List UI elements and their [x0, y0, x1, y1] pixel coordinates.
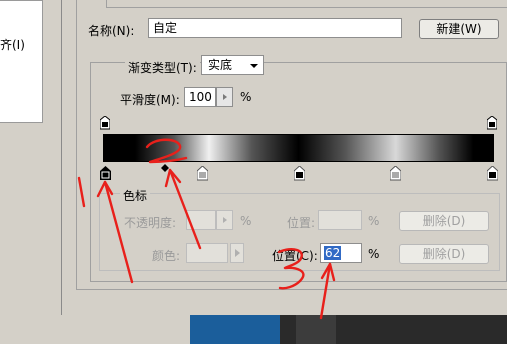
red-annotation-overlay: [77, 138, 336, 320]
